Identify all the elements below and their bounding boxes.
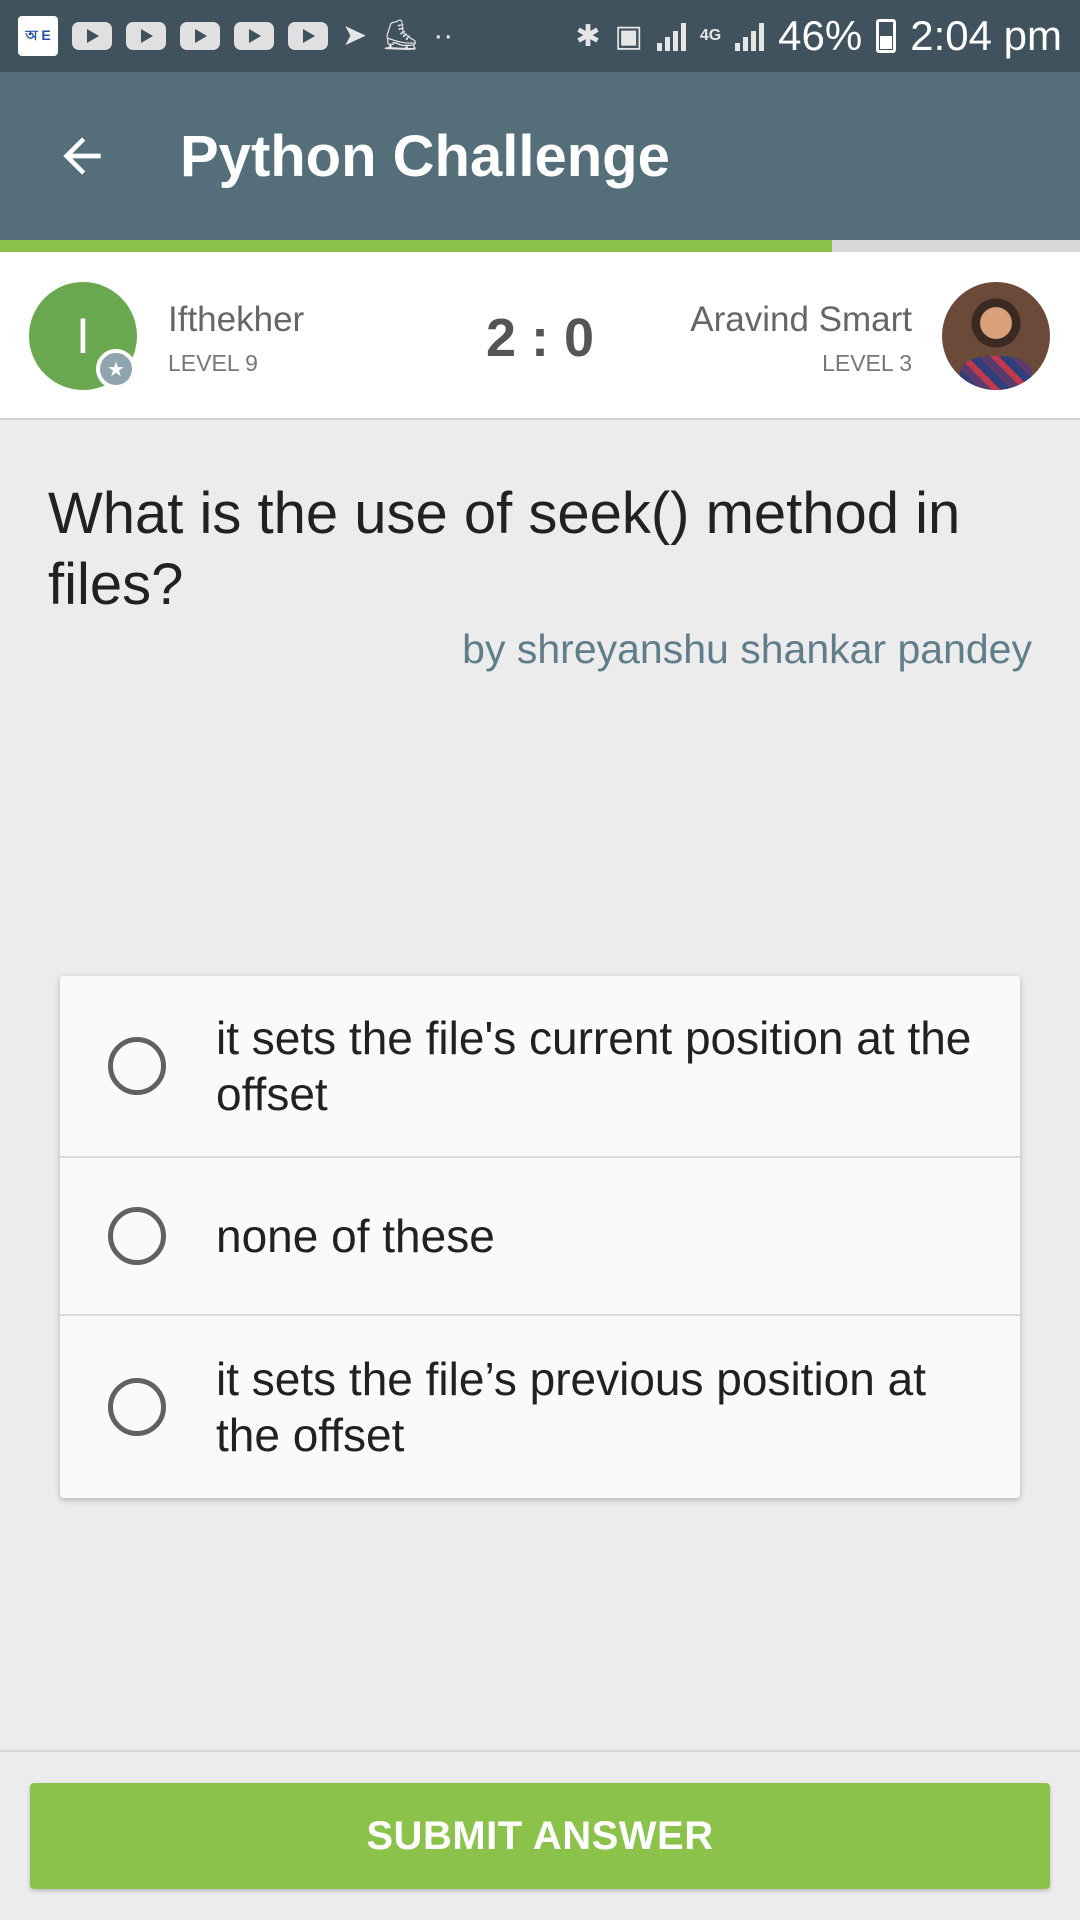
back-button[interactable] [0, 72, 164, 240]
youtube-icon [72, 22, 112, 50]
arrow-left-icon [63, 137, 101, 175]
question-author: by shreyanshu shankar pandey [462, 626, 1032, 672]
answer-option[interactable]: none of these [60, 1158, 1020, 1316]
player-avatar-right[interactable] [942, 282, 1050, 390]
progress-fill [0, 240, 832, 252]
answer-option-label: it sets the file's current position at t… [216, 1012, 972, 1120]
app-bar: Python Challenge [0, 72, 1080, 240]
clock: 2:04 pm [910, 12, 1062, 59]
player-level-left: LEVEL 9 [168, 350, 258, 376]
radio-button[interactable] [108, 1378, 166, 1436]
more-dots-icon: ·· [433, 19, 454, 52]
players-scoreboard: I ★ Ifthekher LEVEL 9 2 : 0 Aravind Smar… [0, 252, 1080, 420]
signal-icon [656, 21, 686, 51]
avatar-initial: I [76, 308, 90, 364]
player-name-right: Aravind Smart [690, 300, 912, 339]
network-type-icon: 4G [699, 27, 722, 44]
battery-icon [876, 19, 897, 53]
player-level-right: LEVEL 3 [822, 350, 912, 376]
bluetooth-icon: ✱ [575, 19, 601, 53]
shoe-icon: ⛸ [381, 19, 420, 52]
signal-icon [735, 21, 765, 51]
book-app-icon: অ E [18, 16, 58, 56]
radio-button[interactable] [108, 1207, 166, 1265]
page-title: Python Challenge [180, 123, 670, 189]
status-bar: অ E ➤ ⛸ ·· ✱ ▣ 4G 46% 2:04 pm [0, 0, 1080, 72]
submit-answer-button[interactable]: SUBMIT ANSWER [30, 1783, 1050, 1889]
answer-option-label: it sets the file’s previous position at … [216, 1353, 926, 1461]
answer-option[interactable]: it sets the file's current position at t… [60, 976, 1020, 1158]
radio-button[interactable] [108, 1037, 166, 1095]
question-text: What is the use of seek() method in file… [48, 481, 961, 617]
system-status: ✱ ▣ 4G 46% 2:04 pm [575, 12, 1062, 60]
bottom-divider [0, 1750, 1080, 1752]
telegram-icon: ➤ [342, 19, 368, 52]
answer-option-label: none of these [216, 1210, 495, 1262]
youtube-icon [126, 22, 166, 50]
answer-option[interactable]: it sets the file’s previous position at … [60, 1316, 1020, 1498]
score: 2 : 0 [485, 308, 595, 368]
youtube-icon [234, 22, 274, 50]
youtube-icon [288, 22, 328, 50]
player-name-left: Ifthekher [168, 300, 305, 339]
star-badge-icon: ★ [96, 349, 136, 389]
challenge-progress-bar [0, 240, 1080, 252]
battery-percent: 46% [778, 12, 863, 59]
notification-icons: অ E ➤ ⛸ ·· [18, 16, 453, 56]
answer-options: it sets the file's current position at t… [60, 976, 1020, 1498]
sim-icon: ▣ [614, 19, 643, 53]
youtube-icon [180, 22, 220, 50]
